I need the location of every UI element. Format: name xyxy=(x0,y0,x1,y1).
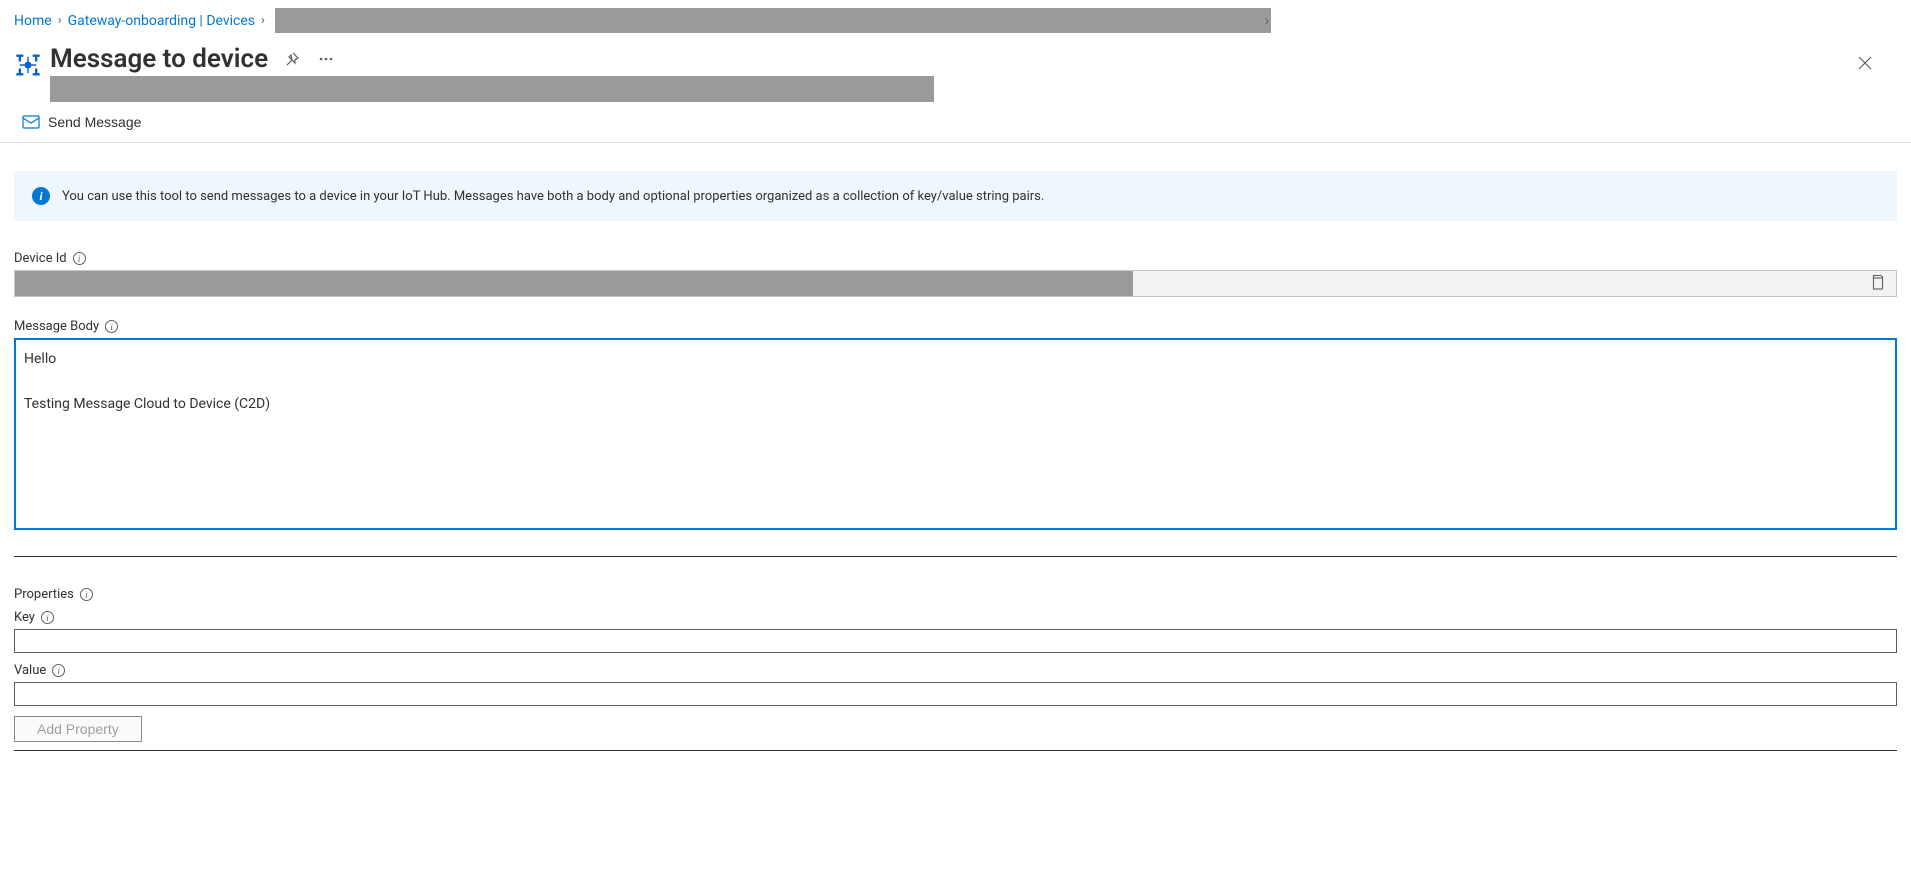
page-header: Message to device xyxy=(0,41,1911,102)
info-tooltip-icon[interactable]: i xyxy=(105,320,118,333)
property-key-input[interactable] xyxy=(14,629,1897,653)
subtitle-redacted xyxy=(50,76,934,102)
properties-label: Properties xyxy=(14,587,74,602)
breadcrumb-gateway-devices[interactable]: Gateway-onboarding | Devices xyxy=(68,13,255,29)
pin-button[interactable] xyxy=(282,49,302,69)
device-id-value-redacted xyxy=(15,271,1133,296)
device-id-label: Device Id xyxy=(14,251,67,266)
device-id-copy-area xyxy=(1133,271,1896,296)
more-button[interactable] xyxy=(316,49,336,69)
key-label-row: Key i xyxy=(14,610,1897,625)
message-body-label-row: Message Body i xyxy=(14,319,1897,334)
value-label: Value xyxy=(14,663,46,678)
device-id-label-row: Device Id i xyxy=(14,251,1897,266)
pin-icon xyxy=(284,51,300,67)
key-label: Key xyxy=(14,610,35,625)
properties-label-row: Properties i xyxy=(14,587,1897,602)
info-tooltip-icon[interactable]: i xyxy=(80,588,93,601)
add-property-button[interactable]: Add Property xyxy=(14,716,142,742)
close-icon xyxy=(1857,55,1873,71)
copy-device-id-button[interactable] xyxy=(1868,272,1886,295)
chevron-right-icon: › xyxy=(1265,13,1269,29)
copy-icon xyxy=(1870,274,1884,290)
section-divider xyxy=(14,556,1897,557)
iot-hub-icon xyxy=(14,51,42,79)
close-button[interactable] xyxy=(1853,51,1877,78)
send-message-button[interactable]: Send Message xyxy=(18,112,145,132)
chevron-right-icon: › xyxy=(58,13,62,28)
message-body-label: Message Body xyxy=(14,319,99,334)
info-banner: i You can use this tool to send messages… xyxy=(14,171,1897,221)
breadcrumb: Home › Gateway-onboarding | Devices › › xyxy=(0,0,1911,41)
breadcrumb-redacted xyxy=(275,8,1271,33)
breadcrumb-home[interactable]: Home xyxy=(14,13,52,29)
content-area: i You can use this tool to send messages… xyxy=(0,131,1897,890)
send-message-label: Send Message xyxy=(48,114,141,130)
info-banner-text: You can use this tool to send messages t… xyxy=(62,189,1044,204)
chevron-right-icon: › xyxy=(261,13,265,28)
more-horizontal-icon xyxy=(318,51,334,67)
device-id-field xyxy=(14,270,1897,297)
info-icon: i xyxy=(32,187,50,205)
info-tooltip-icon[interactable]: i xyxy=(41,611,54,624)
page-title: Message to device xyxy=(50,45,268,74)
info-tooltip-icon[interactable]: i xyxy=(73,252,86,265)
message-body-input[interactable]: Hello Testing Message Cloud to Device (C… xyxy=(14,338,1897,530)
mail-icon xyxy=(22,115,40,129)
value-label-row: Value i xyxy=(14,663,1897,678)
property-value-input[interactable] xyxy=(14,682,1897,706)
info-tooltip-icon[interactable]: i xyxy=(52,664,65,677)
bottom-divider xyxy=(14,750,1897,751)
